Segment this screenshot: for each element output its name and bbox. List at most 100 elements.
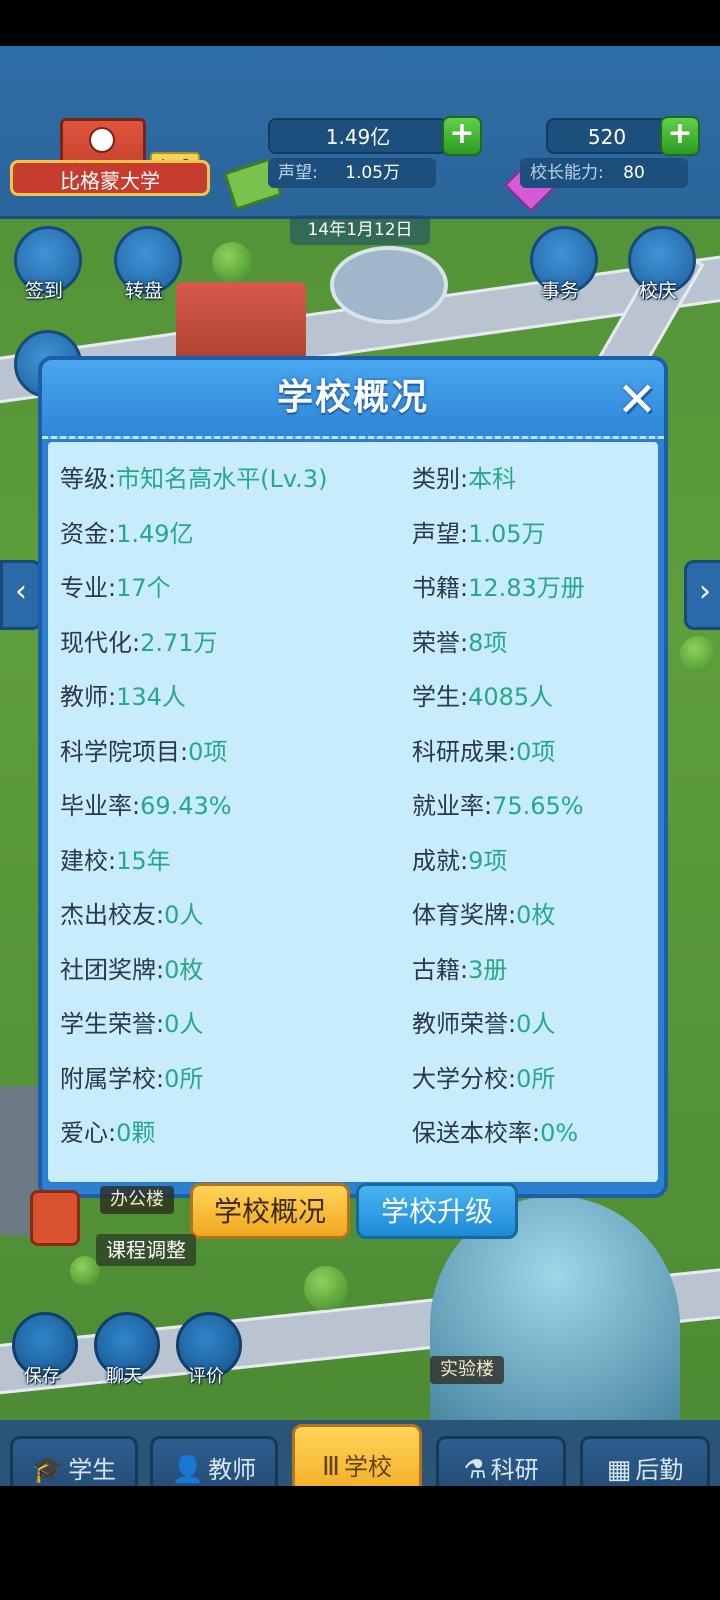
stat-item: 体育奖牌:0枚 xyxy=(412,888,555,942)
stat-item: 毕业率:69.43% xyxy=(60,779,232,833)
anniversary-label: 校庆 xyxy=(638,280,677,302)
dialog-title: 学校概况 xyxy=(276,377,429,418)
stat-item: 保送本校率:0% xyxy=(412,1106,578,1160)
stat-row: 等级:市知名高水平(Lv.3) 类别:本科 xyxy=(48,452,658,506)
reputation-label: 声望: xyxy=(278,163,318,183)
stat-value: 本科 xyxy=(468,465,517,493)
stat-label: 荣誉: xyxy=(412,628,469,657)
stat-value: 17个 xyxy=(116,574,171,602)
stat-value: 3册 xyxy=(468,955,508,984)
stat-value: 9项 xyxy=(468,846,508,875)
reputation-display: 声望: 1.05万 xyxy=(268,158,436,188)
nav-logistics-label: 后勤 xyxy=(635,1456,684,1484)
course-adjust-tip[interactable]: 课程调整 xyxy=(96,1234,196,1266)
stat-label: 爱心: xyxy=(60,1119,117,1147)
stat-label: 等级: xyxy=(60,465,117,493)
stat-value: 0枚 xyxy=(516,901,556,929)
stat-value: 0人 xyxy=(164,1010,204,1038)
stat-row: 附属学校:0所 大学分校:0所 xyxy=(48,1052,658,1106)
stat-label: 科研成果: xyxy=(412,737,517,766)
add-money-button[interactable]: + xyxy=(442,116,482,156)
stat-item: 专业:17个 xyxy=(60,561,171,615)
stat-label: 科学院项目: xyxy=(60,737,189,766)
school-overview-dialog: 学校概况 ✕ 等级:市知名高水平(Lv.3) 类别:本科 资金:1.49亿 声望:1.… xyxy=(38,356,668,1198)
left-arrow-icon[interactable]: ‹ xyxy=(0,560,42,630)
principal-ability: 校长能力: 80 xyxy=(520,158,688,188)
stat-label: 专业: xyxy=(60,574,117,602)
stat-label: 就业率: xyxy=(412,792,493,820)
stat-value: 0人 xyxy=(516,1010,556,1038)
stat-item: 社团奖牌:0枚 xyxy=(60,943,203,997)
stat-label: 声望: xyxy=(412,519,469,548)
stat-row: 现代化:2.71万 荣誉:8项 xyxy=(48,616,658,670)
stats-panel: 等级:市知名高水平(Lv.3) 类别:本科 资金:1.49亿 声望:1.05万 专业:1… xyxy=(48,442,658,1182)
lab-building-label[interactable]: 实验楼 xyxy=(430,1356,504,1384)
reputation-value: 1.05万 xyxy=(345,163,400,183)
stat-row: 专业:17个 书籍:12.83万册 xyxy=(48,561,658,615)
close-icon[interactable]: ✕ xyxy=(614,376,660,424)
stat-value: 0项 xyxy=(188,737,228,766)
stat-label: 类别: xyxy=(412,465,469,493)
stat-value: 75.65% xyxy=(492,792,584,820)
stat-label: 教师: xyxy=(60,683,117,711)
tab-school-upgrade[interactable]: 学校升级 xyxy=(356,1183,518,1239)
stat-row: 资金:1.49亿 声望:1.05万 xyxy=(48,507,658,561)
stat-value: 1.05万 xyxy=(468,519,546,548)
stat-row: 科学院项目:0项 科研成果:0项 xyxy=(48,725,658,779)
office-building-label[interactable]: 办公楼 xyxy=(100,1186,174,1214)
stat-item: 附属学校:0所 xyxy=(60,1052,203,1106)
stat-item: 爱心:0颗 xyxy=(60,1106,155,1160)
right-arrow-icon[interactable]: › xyxy=(684,560,720,630)
stat-item: 大学分校:0所 xyxy=(412,1052,555,1106)
stat-label: 建校: xyxy=(60,846,117,875)
stat-label: 体育奖牌: xyxy=(412,901,517,929)
stat-item: 学生荣誉:0人 xyxy=(60,997,203,1051)
stat-item: 教师荣誉:0人 xyxy=(412,997,555,1051)
gem-display: 520 xyxy=(546,118,668,154)
stat-row: 社团奖牌:0枚 古籍:3册 xyxy=(48,943,658,997)
stat-label: 成就: xyxy=(412,846,469,875)
principal-label: 校长能力: xyxy=(530,163,604,183)
tree xyxy=(304,1266,348,1310)
stat-value: 134人 xyxy=(116,683,186,711)
stat-item: 类别:本科 xyxy=(412,452,516,506)
stat-value: 0项 xyxy=(516,737,556,766)
stat-row: 毕业率:69.43% 就业率:75.65% xyxy=(48,779,658,833)
stat-label: 大学分校: xyxy=(412,1064,517,1093)
stat-value: 12.83万册 xyxy=(468,574,585,602)
stat-row: 杰出校友:0人 体育奖牌:0枚 xyxy=(48,888,658,942)
stat-item: 就业率:75.65% xyxy=(412,779,584,833)
stat-value: 0所 xyxy=(516,1064,556,1093)
stat-label: 现代化: xyxy=(60,628,141,657)
stat-label: 附属学校: xyxy=(60,1064,165,1093)
nav-students-label: 学生 xyxy=(68,1456,117,1484)
stat-value: 0% xyxy=(540,1119,579,1147)
stat-item: 书籍:12.83万册 xyxy=(412,561,585,615)
affairs-label: 事务 xyxy=(540,280,579,302)
mailbox-icon[interactable] xyxy=(30,1190,80,1246)
principal-value: 80 xyxy=(623,163,645,183)
stat-value: 15年 xyxy=(116,846,171,875)
chat-label: 聊天 xyxy=(106,1366,142,1387)
stat-item: 科研成果:0项 xyxy=(412,725,555,779)
add-gems-button[interactable]: + xyxy=(660,116,700,156)
stat-row: 教师:134人 学生:4085人 xyxy=(48,670,658,724)
review-label: 评价 xyxy=(188,1366,224,1387)
stat-value: 1.49亿 xyxy=(116,519,194,548)
stat-value: 0人 xyxy=(164,901,204,929)
tree xyxy=(212,242,252,282)
stat-item: 建校:15年 xyxy=(60,834,171,888)
nav-school-label: 学校 xyxy=(343,1453,392,1481)
stat-label: 教师荣誉: xyxy=(412,1010,517,1038)
stat-value: 69.43% xyxy=(140,792,232,820)
money-display: 1.49亿 xyxy=(268,118,448,154)
tab-school-overview[interactable]: 学校概况 xyxy=(190,1183,350,1239)
wheel-label: 转盘 xyxy=(124,280,163,302)
stat-label: 毕业率: xyxy=(60,792,141,820)
stat-row: 爱心:0颗 保送本校率:0% xyxy=(48,1106,658,1160)
stat-label: 学生荣誉: xyxy=(60,1010,165,1038)
stat-value: 4085人 xyxy=(468,683,554,711)
nav-teachers-label: 教师 xyxy=(208,1456,257,1484)
stat-value: 市知名高水平(Lv.3) xyxy=(116,465,328,493)
stat-label: 书籍: xyxy=(412,574,469,602)
